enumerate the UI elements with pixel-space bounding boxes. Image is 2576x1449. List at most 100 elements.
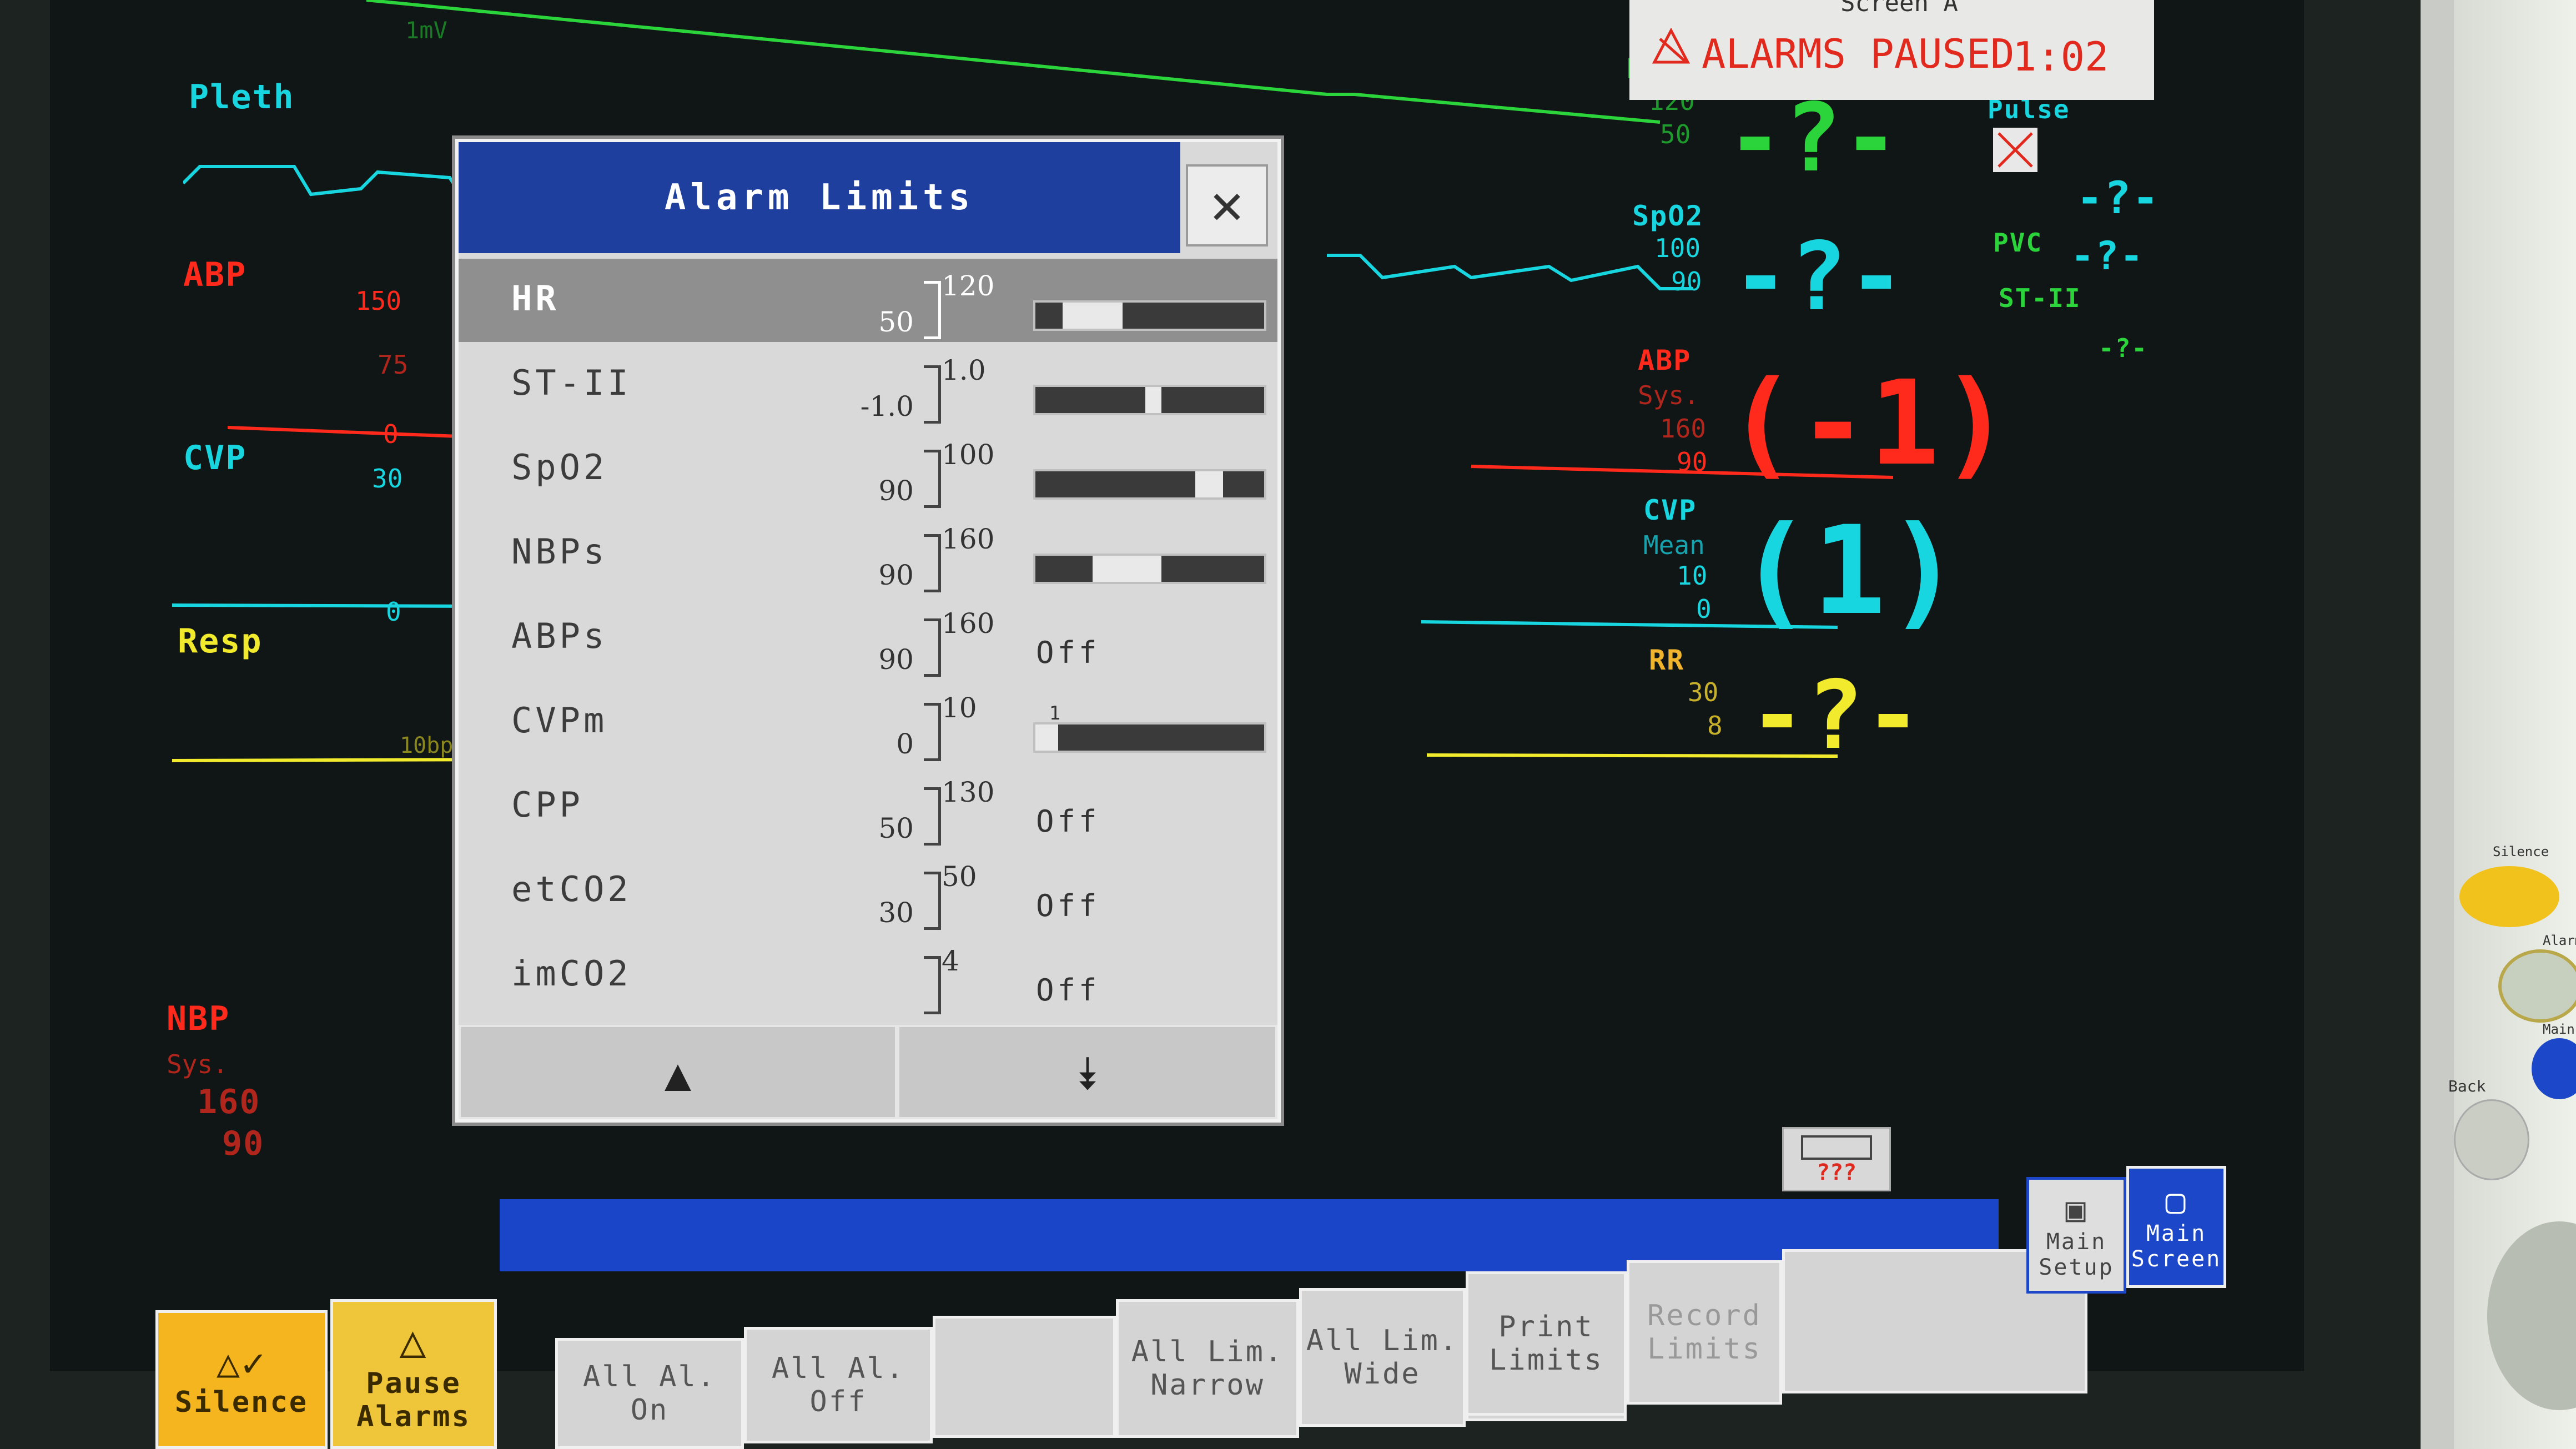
main-setup-button[interactable]: ▣ Main Setup: [2026, 1177, 2126, 1294]
all-alarms-on-button[interactable]: All Al. On: [555, 1338, 744, 1449]
alarm-limit-row-abps[interactable]: ABPs 90 160 Off: [459, 596, 1277, 680]
alarms-hw-label: Alarms: [2543, 933, 2576, 948]
alarm-limit-row-st-ii[interactable]: ST-II -1.0 1.0: [459, 343, 1277, 426]
cvp-wave-label: CVP: [183, 439, 247, 477]
alarm-limit-row-nbps[interactable]: NBPs 90 160: [459, 512, 1277, 595]
current-value-marker: 1: [1049, 702, 1061, 724]
cvp-num-hi: 10: [1677, 561, 1708, 591]
st-label: ST-II: [1999, 283, 2081, 313]
silence-button[interactable]: △✓ Silence: [155, 1310, 328, 1449]
rr-label: RR: [1649, 644, 1685, 676]
alarms-paused-timer: 1:02: [2012, 33, 2109, 80]
pvc-label: PVC: [1993, 228, 2043, 258]
all-limits-narrow-button[interactable]: All Lim. Narrow: [1116, 1299, 1299, 1438]
print-limits-button[interactable]: Print Limits: [1466, 1271, 1627, 1416]
back-hw-button[interactable]: [2454, 1099, 2529, 1180]
all-limits-wide-button[interactable]: All Lim. Wide: [1299, 1288, 1466, 1427]
main-hw-label: Main: [2543, 1022, 2575, 1037]
alarm-limit-off-text: Off: [1036, 888, 1100, 923]
alarm-limit-name: ST-II: [511, 363, 632, 403]
dialog-navigation: ▲ ⯯: [459, 1025, 1277, 1119]
chevron-up-icon: ▲: [664, 1048, 692, 1100]
abp-num-lo: 90: [1677, 447, 1708, 477]
all-limits-narrow-label-2: Narrow: [1150, 1368, 1265, 1402]
alarm-limit-low: 50: [878, 812, 914, 844]
alarm-limit-bar: [1033, 300, 1266, 331]
alarm-limit-low: 90: [878, 559, 914, 591]
cvp-num-lo: 0: [1696, 594, 1712, 624]
alarm-limit-name: SpO2: [511, 447, 608, 487]
all-limits-wide-label-2: Wide: [1344, 1357, 1421, 1391]
abp-num-sub: Sys.: [1638, 380, 1699, 410]
alarm-limit-row-hr[interactable]: HR 50 120: [459, 259, 1277, 342]
print-limits-label-2: Limits: [1489, 1344, 1603, 1377]
alarm-limit-low: -1.0: [860, 390, 914, 422]
pause-alarms-button[interactable]: △ Pause Alarms: [330, 1299, 497, 1449]
record-limits-label-2: Limits: [1647, 1332, 1762, 1366]
rr-hi: 30: [1688, 677, 1719, 707]
alarm-limit-row-imco2[interactable]: imCO2 4 Off: [459, 934, 1277, 1017]
main-hw-button[interactable]: [2532, 1038, 2576, 1099]
alarm-limit-bar: 1: [1033, 702, 1266, 753]
alarm-limit-row-etco2[interactable]: etCO2 30 50 Off: [459, 849, 1277, 933]
pause-alarms-label-2: Alarms: [356, 1400, 471, 1433]
alarm-limit-bar-zone: [1093, 556, 1161, 582]
limit-bracket-icon: [924, 703, 941, 761]
all-limits-wide-label-1: All Lim.: [1306, 1324, 1459, 1357]
silence-hw-button[interactable]: [2459, 866, 2559, 927]
alarm-limit-off-text: Off: [1036, 973, 1100, 1008]
alarm-limit-off-text: Off: [1036, 635, 1100, 670]
alarms-hw-button[interactable]: [2498, 949, 2576, 1023]
alarm-limit-name: HR: [511, 278, 560, 319]
double-chevron-down-icon: ⯯: [1074, 1048, 1101, 1100]
alarm-limit-row-cvpm[interactable]: CVPm 0 10 1: [459, 681, 1277, 764]
limit-bracket-icon: [924, 872, 941, 930]
abp-num-label: ABP: [1638, 344, 1692, 376]
pulse-value: -?-: [2076, 172, 2160, 224]
alarm-limit-bar-zone: [1195, 471, 1223, 497]
record-limits-button[interactable]: Record Limits: [1627, 1260, 1782, 1405]
rr-lo: 8: [1707, 711, 1723, 741]
alarm-limit-high: 50: [942, 861, 977, 893]
back-hw-label: Back: [2448, 1077, 2486, 1095]
rr-value: -?-: [1749, 661, 1923, 771]
alarm-limit-bar-zone: [1063, 303, 1123, 329]
pvc-value: -?-: [2071, 233, 2145, 279]
all-alarms-off-button[interactable]: All Al. Off: [744, 1327, 933, 1443]
alarm-limit-high: 160: [942, 523, 995, 555]
screen-name: Screen A: [1840, 0, 1958, 17]
st-value: -?-: [2099, 333, 2149, 363]
limit-bracket-icon: [924, 787, 941, 846]
close-button[interactable]: ✕: [1186, 164, 1268, 246]
pause-alarms-label-1: Pause: [366, 1366, 461, 1400]
scroll-up-button[interactable]: ▲: [459, 1025, 897, 1119]
alarm-limit-name: imCO2: [511, 953, 632, 994]
alarm-limit-off-text: Off: [1036, 804, 1100, 839]
limit-bracket-icon: [924, 956, 941, 1014]
nbp-value-lo: 90: [222, 1124, 265, 1163]
main-screen-button[interactable]: ▢ Main Screen: [2126, 1166, 2226, 1288]
alarm-limit-row-cpp[interactable]: CPP 50 130 Off: [459, 765, 1277, 848]
alarm-limit-low: 50: [878, 306, 914, 338]
alarm-limit-high: 100: [942, 439, 995, 471]
pleth-label: Pleth: [189, 78, 295, 117]
alarm-limit-low: 90: [878, 643, 914, 676]
main-screen-label-2: Screen: [2131, 1246, 2222, 1272]
all-alarms-on-label-1: All Al.: [582, 1360, 717, 1393]
navigation-wheel[interactable]: [2487, 1221, 2576, 1410]
limit-bracket-icon: [924, 365, 941, 424]
all-alarms-off-label-1: All Al.: [771, 1352, 905, 1385]
abp-value: (-1): [1727, 355, 2012, 491]
limit-bracket-icon: [924, 534, 941, 592]
alarm-limit-high: 1.0: [942, 354, 986, 386]
hardware-panel: Silence Alarms Main Back: [2448, 0, 2576, 1449]
limit-bracket-icon: [924, 281, 941, 339]
alarm-limit-bar: [1033, 554, 1266, 584]
scroll-down-button[interactable]: ⯯: [897, 1025, 1277, 1119]
alarm-limit-high: 120: [942, 270, 995, 302]
alarms-paused-banner[interactable]: Screen A ALARMS PAUSED 1:02: [1629, 0, 2154, 100]
alarm-limit-row-spo2[interactable]: SpO2 90 100: [459, 427, 1277, 511]
battery-icon: [1801, 1135, 1872, 1160]
resp-wave-label: Resp: [178, 622, 263, 661]
alarm-limit-name: CVPm: [511, 700, 608, 741]
